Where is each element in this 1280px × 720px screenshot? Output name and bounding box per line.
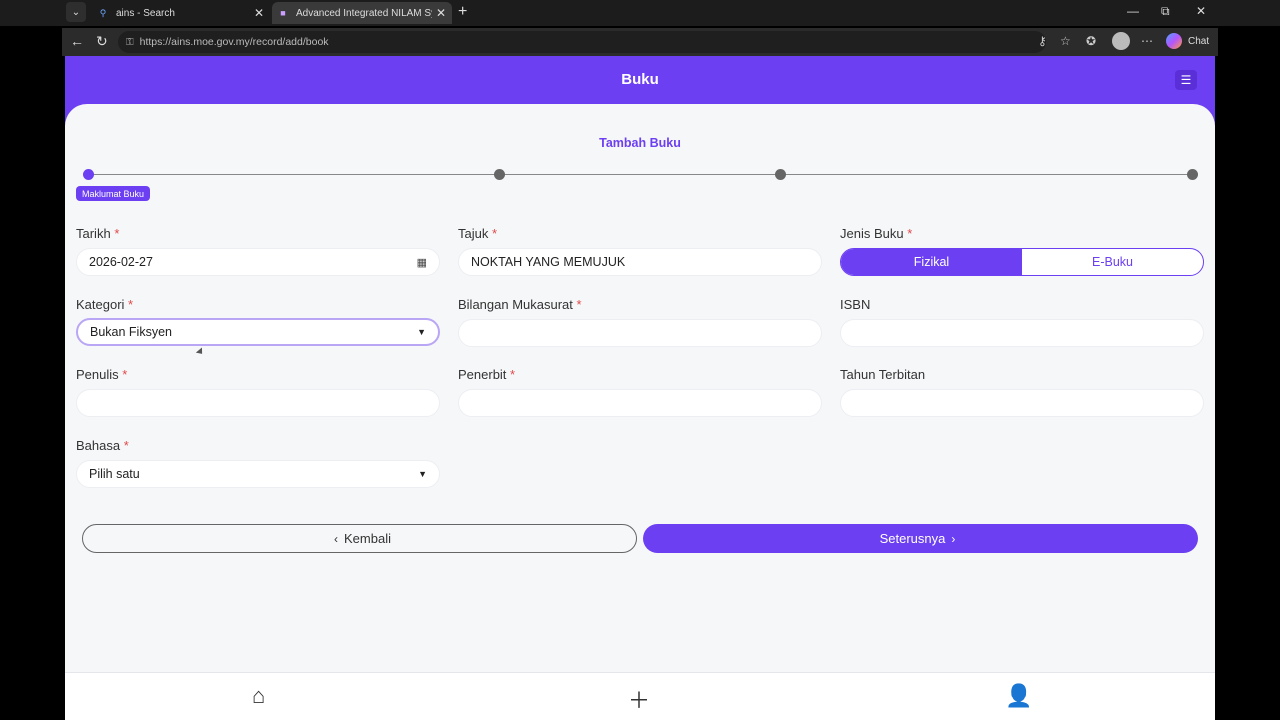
dropdown-caret-icon: ▼ — [417, 327, 426, 337]
key-icon[interactable]: ⚷ — [1038, 34, 1047, 48]
isbn-label: ISBN — [840, 297, 871, 312]
address-bar-row: ← ↻ ⚿ https://ains.moe.gov.my/record/add… — [62, 28, 1218, 56]
form-card: Tambah Buku Maklumat Buku Tarikh * 2026-… — [65, 104, 1215, 664]
minimize-icon[interactable]: — — [1127, 4, 1139, 18]
bilangan-mukasurat-label: Bilangan Mukasurat * — [458, 297, 582, 312]
url-field[interactable]: ⚿ https://ains.moe.gov.my/record/add/boo… — [118, 31, 1046, 53]
bahasa-label: Bahasa * — [76, 438, 129, 453]
tarikh-date-input[interactable]: 2026-02-27 ▦ — [76, 248, 440, 276]
close-icon[interactable]: ✕ — [436, 6, 446, 20]
form-title: Tambah Buku — [599, 136, 681, 150]
star-icon[interactable]: ☆ — [1060, 34, 1071, 48]
browser-tab-search[interactable]: ⚲ ains - Search ✕ — [92, 2, 270, 24]
refresh-icon[interactable]: ↻ — [96, 33, 108, 50]
tajuk-input[interactable]: NOKTAH YANG MEMUJUK — [458, 248, 822, 276]
add-icon[interactable]: ＋ — [628, 683, 650, 715]
jenis-buku-toggle: Fizikal E-Buku — [840, 248, 1204, 276]
step-2-dot — [494, 169, 505, 180]
profile-avatar[interactable] — [1112, 32, 1130, 50]
tahun-terbitan-label: Tahun Terbitan — [840, 367, 926, 382]
penerbit-label: Penerbit * — [458, 367, 516, 382]
kategori-select[interactable]: Bukan Fiksyen ▼ — [76, 318, 440, 346]
stepper-track — [88, 174, 1192, 175]
kategori-label: Kategori * — [76, 297, 134, 312]
tajuk-label: Tajuk * — [458, 226, 498, 241]
chat-button[interactable]: Chat — [1166, 33, 1209, 49]
step-1-dot — [83, 169, 94, 180]
step-badge: Maklumat Buku — [76, 186, 151, 201]
bahasa-select[interactable]: Pilih satu ▼ — [76, 460, 440, 488]
browser-tab-bar: ⌄ ⚲ ains - Search ✕ ■ Advanced Integrate… — [0, 0, 1280, 26]
page-title: Buku — [621, 71, 659, 88]
fizikal-option[interactable]: Fizikal — [841, 249, 1022, 275]
jenis-buku-label: Jenis Buku * — [840, 226, 913, 241]
profile-icon[interactable]: 👤 — [1005, 683, 1032, 709]
copilot-icon — [1166, 33, 1182, 49]
restore-icon[interactable]: ⧉ — [1161, 4, 1170, 19]
close-icon[interactable]: ✕ — [254, 6, 264, 20]
search-icon: ⚲ — [99, 7, 107, 18]
new-tab-plus-icon[interactable]: + — [458, 3, 467, 21]
calendar-icon[interactable]: ▦ — [417, 256, 427, 269]
chevron-left-icon: ‹ — [334, 531, 339, 546]
step-3-dot — [775, 169, 786, 180]
dropdown-caret-icon: ▼ — [418, 469, 427, 479]
window-close-icon[interactable]: ✕ — [1196, 4, 1206, 18]
browser-tab-ains[interactable]: ■ Advanced Integrated NILAM Syste ✕ — [272, 2, 452, 24]
penerbit-input[interactable] — [458, 389, 822, 417]
tahun-terbitan-input[interactable] — [840, 389, 1204, 417]
tarikh-label: Tarikh * — [76, 226, 120, 241]
bilangan-mukasurat-input[interactable] — [458, 319, 822, 347]
more-icon[interactable]: ⋯ — [1141, 34, 1153, 48]
app-page: Buku ☰ Tambah Buku Maklumat Buku Tarikh … — [65, 56, 1215, 720]
bottom-nav: ⌂ ＋ 👤 — [65, 672, 1215, 720]
back-arrow-icon[interactable]: ← — [70, 33, 84, 49]
lock-icon: ⚿ — [126, 36, 134, 48]
favorites-icon[interactable]: ✪ — [1086, 34, 1096, 48]
chevron-right-icon: › — [951, 531, 956, 546]
tab-list-chevron-icon[interactable]: ⌄ — [66, 2, 86, 22]
isbn-input[interactable] — [840, 319, 1204, 347]
home-icon[interactable]: ⌂ — [252, 683, 265, 709]
penulis-input[interactable] — [76, 389, 440, 417]
site-icon: ■ — [280, 8, 286, 18]
next-button[interactable]: Seterusnya › — [643, 524, 1198, 553]
ebuku-option[interactable]: E-Buku — [1022, 249, 1203, 275]
back-button[interactable]: ‹ Kembali — [82, 524, 637, 553]
step-4-dot — [1187, 169, 1198, 180]
hamburger-menu-icon[interactable]: ☰ — [1175, 70, 1197, 90]
penulis-label: Penulis * — [76, 367, 128, 382]
